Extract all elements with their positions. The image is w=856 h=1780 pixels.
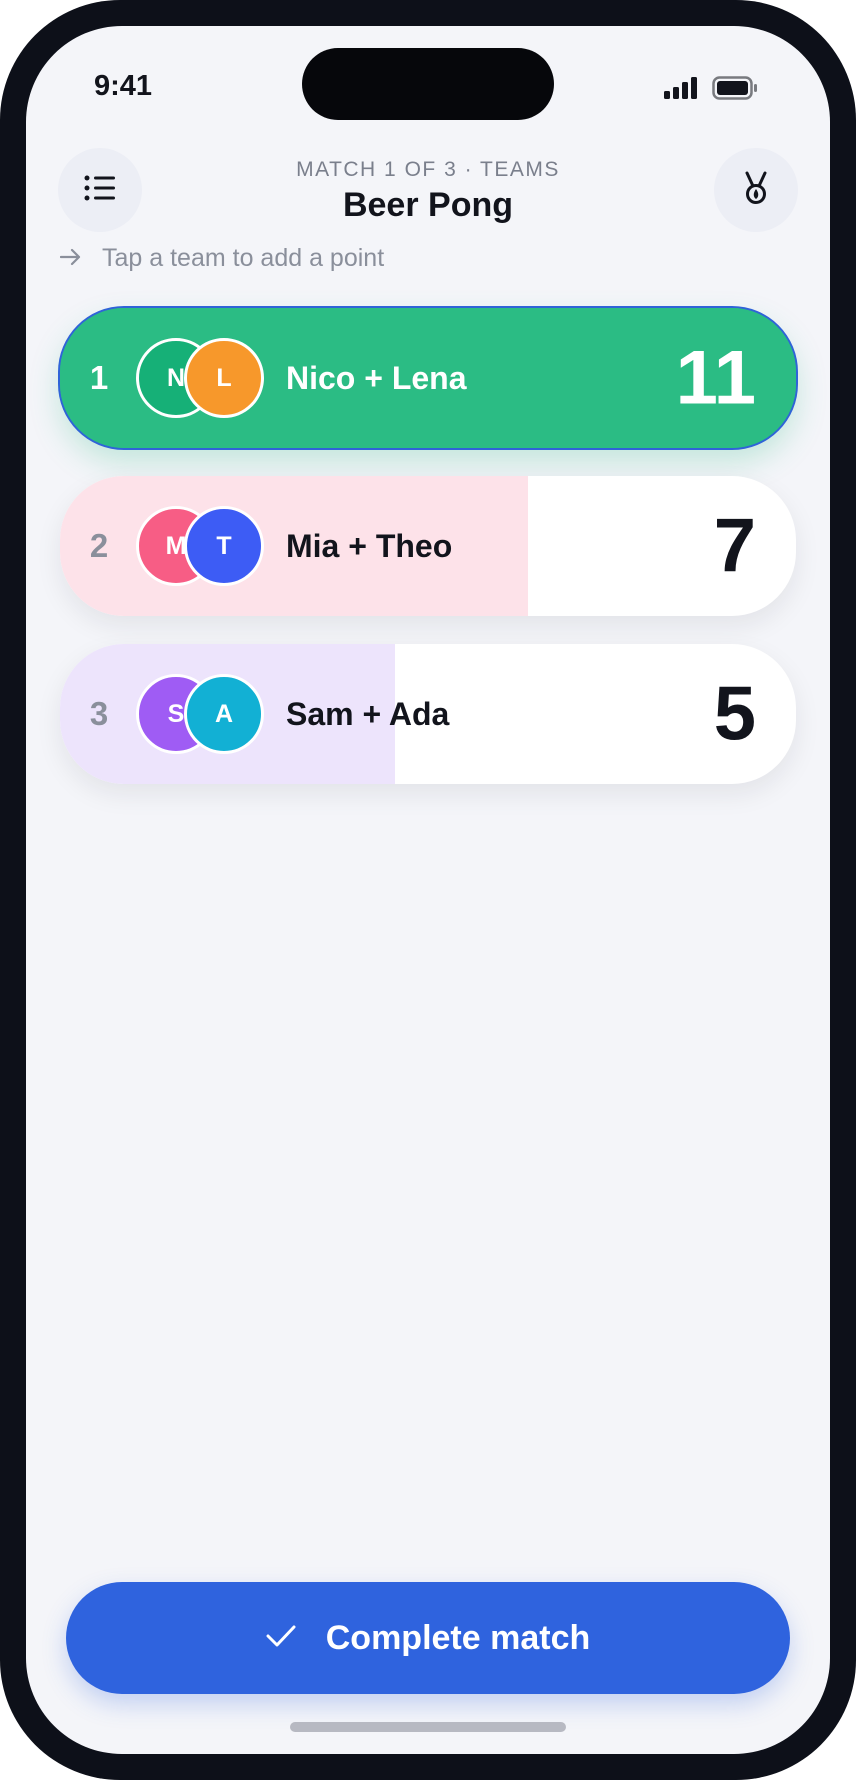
header: MATCH 1 OF 3 · TEAMS Beer Pong (26, 158, 830, 225)
app-screen: 9:41 MATCH 1 OF 3 · TEAMS Beer Pong Tap … (26, 26, 830, 1754)
status-time: 9:41 (94, 70, 153, 102)
battery-icon (712, 76, 758, 105)
team-rank: 2 (89, 527, 109, 564)
avatar: A (184, 674, 264, 754)
team-rank: 1 (89, 359, 109, 396)
team-name: Nico + Lena (286, 359, 467, 396)
avatar: L (184, 338, 264, 418)
dynamic-island (302, 48, 554, 120)
team-avatars: M T (136, 506, 266, 586)
home-indicator[interactable] (290, 1722, 566, 1732)
team-card[interactable]: 3 S A Sam + Ada 5 (60, 644, 796, 784)
medal-icon (741, 171, 771, 210)
medal-button[interactable] (714, 148, 798, 232)
team-name: Sam + Ada (286, 695, 450, 732)
complete-match-label: Complete match (325, 1618, 591, 1657)
team-score: 7 (713, 503, 756, 589)
signal-icon (664, 77, 698, 104)
complete-match-button[interactable]: Complete match (66, 1582, 790, 1694)
team-avatars: S A (136, 674, 266, 754)
team-avatars: N L (136, 338, 266, 418)
team-name: Mia + Theo (286, 527, 453, 564)
hint: Tap a team to add a point (59, 244, 385, 273)
team-card[interactable]: 1 N L Nico + Lena 11 (60, 308, 796, 448)
match-progress: MATCH 1 OF 3 · TEAMS (296, 158, 560, 181)
phone-frame: 9:41 MATCH 1 OF 3 · TEAMS Beer Pong Tap … (0, 0, 856, 1780)
page-title: Beer Pong (342, 186, 514, 224)
arrow-right-icon (59, 244, 82, 273)
hint-text: Tap a team to add a point (102, 244, 385, 272)
check-icon (266, 1624, 296, 1653)
team-score: 11 (675, 335, 756, 421)
status-icons (664, 76, 758, 105)
team-rank: 3 (89, 695, 109, 732)
avatar: T (184, 506, 264, 586)
team-card[interactable]: 2 M T Mia + Theo 7 (60, 476, 796, 616)
team-score: 5 (713, 671, 756, 757)
